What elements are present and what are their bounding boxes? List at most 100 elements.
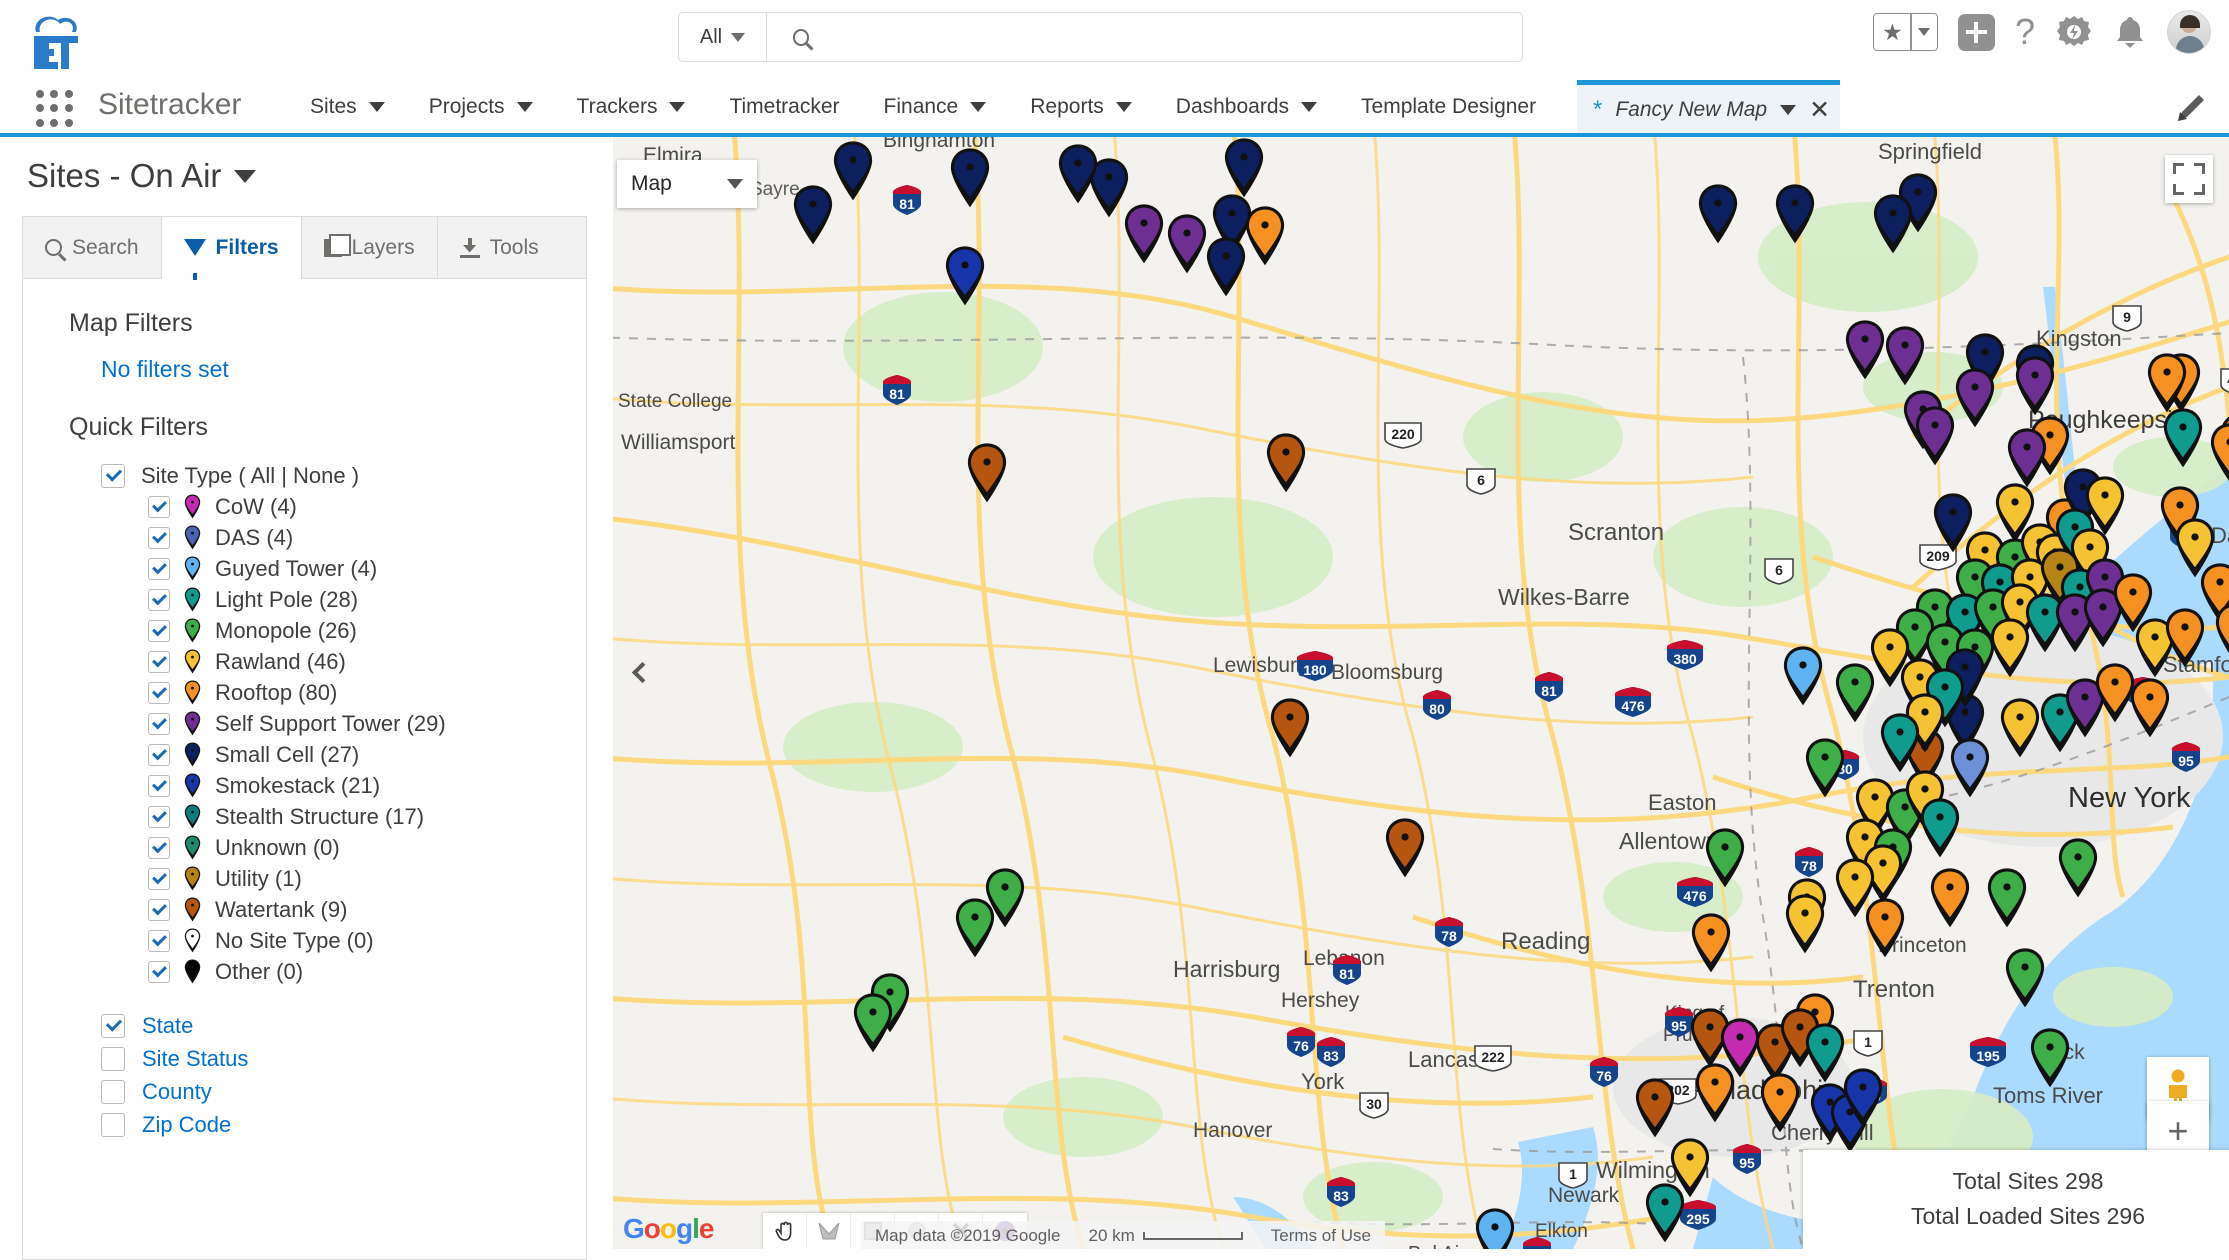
checkbox[interactable] bbox=[148, 743, 170, 766]
checkbox[interactable] bbox=[148, 774, 170, 797]
global-search[interactable]: All bbox=[678, 12, 1523, 62]
tab-tools[interactable]: Tools bbox=[438, 217, 561, 278]
tab-fancy-new-map[interactable]: * Fancy New Map ✕ bbox=[1577, 80, 1840, 135]
notifications-bell-icon[interactable] bbox=[2113, 13, 2147, 51]
chevron-down-icon[interactable] bbox=[669, 102, 686, 112]
map-pin[interactable] bbox=[1863, 897, 1907, 959]
map-pin[interactable] bbox=[1689, 912, 1733, 974]
map-pin[interactable] bbox=[1268, 697, 1312, 759]
map-pin[interactable] bbox=[1758, 1072, 1802, 1134]
map-pin[interactable] bbox=[965, 442, 1009, 504]
filter-row[interactable]: Self Support Tower (29) bbox=[148, 708, 586, 739]
nav-item-trackers[interactable]: Trackers bbox=[555, 86, 708, 128]
filter-row[interactable]: No Site Type (0) bbox=[148, 925, 586, 956]
filter-row[interactable]: Stealth Structure (17) bbox=[148, 801, 586, 832]
filter-row[interactable]: Rooftop (80) bbox=[148, 677, 586, 708]
map-pin[interactable] bbox=[1222, 137, 1266, 199]
filter-row[interactable]: CoW (4) bbox=[148, 491, 586, 522]
add-icon[interactable] bbox=[1957, 13, 1995, 51]
avatar[interactable] bbox=[2167, 10, 2211, 54]
map-pin[interactable] bbox=[791, 184, 835, 246]
favorites-control[interactable]: ★ bbox=[1873, 13, 1938, 51]
map-pin[interactable] bbox=[1122, 203, 1166, 265]
map-pin[interactable] bbox=[2028, 1027, 2072, 1089]
map-pin[interactable] bbox=[1953, 367, 1997, 429]
map-pin[interactable] bbox=[1643, 1182, 1687, 1244]
map-pin[interactable] bbox=[1473, 1207, 1517, 1249]
map-pin[interactable] bbox=[1843, 319, 1887, 381]
checkbox[interactable] bbox=[148, 712, 170, 735]
search-scope-selector[interactable]: All bbox=[679, 13, 767, 61]
filter-row[interactable]: Smokestack (21) bbox=[148, 770, 586, 801]
filter-group-state[interactable]: State bbox=[101, 1009, 586, 1042]
nav-item-timetracker[interactable]: Timetracker bbox=[707, 86, 861, 128]
filter-row[interactable]: Utility (1) bbox=[148, 863, 586, 894]
map-type-selector[interactable]: Map bbox=[617, 160, 757, 208]
map-pin[interactable] bbox=[831, 140, 875, 202]
map-pin[interactable] bbox=[1165, 213, 1209, 275]
checkbox[interactable] bbox=[148, 836, 170, 859]
map-pin[interactable] bbox=[851, 992, 895, 1054]
filter-group-label[interactable]: Site Status bbox=[142, 1046, 248, 1072]
checkbox[interactable] bbox=[148, 960, 170, 983]
tab-search[interactable]: Search bbox=[23, 217, 162, 278]
map-pin[interactable] bbox=[1781, 645, 1825, 707]
checkbox[interactable] bbox=[101, 1046, 125, 1071]
map-pin[interactable] bbox=[2145, 352, 2189, 414]
favorites-dropdown-icon[interactable] bbox=[1912, 14, 1937, 50]
pencil-icon[interactable] bbox=[2173, 92, 2207, 126]
checkbox[interactable] bbox=[101, 1013, 125, 1038]
map-pin[interactable] bbox=[1928, 867, 1972, 929]
map-pin[interactable] bbox=[2003, 947, 2047, 1009]
nav-item-dashboards[interactable]: Dashboards bbox=[1154, 86, 1339, 128]
filter-site-type-parent[interactable]: Site Type ( All | None ) bbox=[101, 460, 586, 491]
map-pin[interactable] bbox=[2013, 355, 2057, 417]
filter-group-label[interactable]: Zip Code bbox=[142, 1112, 231, 1138]
map-pin[interactable] bbox=[2056, 837, 2100, 899]
polygon-icon[interactable] bbox=[807, 1213, 851, 1249]
checkbox[interactable] bbox=[148, 898, 170, 921]
checkbox[interactable] bbox=[148, 495, 170, 518]
search-input[interactable] bbox=[823, 25, 1522, 49]
chevron-down-icon[interactable] bbox=[1780, 105, 1797, 115]
sitetracker-logo-icon[interactable] bbox=[22, 10, 84, 70]
map-pin[interactable] bbox=[1633, 1077, 1677, 1139]
checkbox[interactable] bbox=[148, 588, 170, 611]
filter-row[interactable]: DAS (4) bbox=[148, 522, 586, 553]
filter-group-county[interactable]: County bbox=[101, 1075, 586, 1108]
map-pin[interactable] bbox=[1696, 183, 1740, 245]
checkbox[interactable] bbox=[148, 557, 170, 580]
map-pin[interactable] bbox=[1988, 617, 2032, 679]
map-pin[interactable] bbox=[1883, 325, 1927, 387]
filter-row[interactable]: Monopole (26) bbox=[148, 615, 586, 646]
map-pin[interactable] bbox=[1703, 827, 1747, 889]
chevron-down-icon[interactable] bbox=[1115, 102, 1132, 112]
favorites-star-icon[interactable]: ★ bbox=[1874, 14, 1910, 50]
filter-row[interactable]: Guyed Tower (4) bbox=[148, 553, 586, 584]
map-pin[interactable] bbox=[1264, 432, 1308, 494]
chevron-down-icon[interactable] bbox=[368, 102, 385, 112]
filter-row[interactable]: Unknown (0) bbox=[148, 832, 586, 863]
checkbox[interactable] bbox=[148, 929, 170, 952]
attribution-terms[interactable]: Terms of Use bbox=[1256, 1221, 1385, 1249]
map-pin[interactable] bbox=[1878, 712, 1922, 774]
filter-row[interactable]: Rawland (46) bbox=[148, 646, 586, 677]
map-canvas[interactable]: Elmira Binghamton Sayre Springfield Kingston… bbox=[613, 137, 2229, 1249]
search-field-wrap[interactable] bbox=[767, 13, 1522, 61]
filter-group-label[interactable]: State bbox=[142, 1013, 193, 1039]
map-pin[interactable] bbox=[1871, 193, 1915, 255]
nav-item-template-designer[interactable]: Template Designer bbox=[1339, 86, 1558, 128]
checkbox[interactable] bbox=[101, 1079, 125, 1104]
map-pin[interactable] bbox=[1383, 817, 1427, 879]
setup-gear-icon[interactable] bbox=[2055, 13, 2093, 51]
map-pin[interactable] bbox=[1773, 183, 1817, 245]
collapse-panel-icon[interactable] bbox=[625, 642, 659, 702]
app-launcher-icon[interactable] bbox=[36, 90, 74, 128]
map-pin[interactable] bbox=[1985, 867, 2029, 929]
checkbox[interactable] bbox=[148, 805, 170, 828]
checkbox[interactable] bbox=[148, 867, 170, 890]
map-pin[interactable] bbox=[1918, 797, 1962, 859]
filter-row[interactable]: Other (0) bbox=[148, 956, 586, 987]
no-filters-set-link[interactable]: No filters set bbox=[101, 356, 229, 383]
map-pin[interactable] bbox=[1056, 143, 1100, 205]
